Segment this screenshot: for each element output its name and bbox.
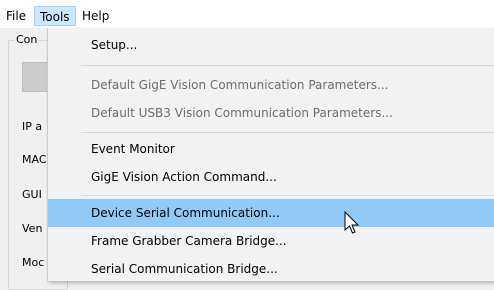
menu-separator [81,132,494,133]
menu-item-event-monitor[interactable]: Event Monitor [48,135,494,163]
menu-item-label: GigE Vision Action Command... [91,170,277,184]
menu-item-label: Frame Grabber Camera Bridge... [91,234,287,248]
menu-item-label: Default GigE Vision Communication Parame… [91,78,389,92]
menu-item-label: Default USB3 Vision Communication Parame… [91,106,393,120]
tools-dropdown-menu: Setup... Default GigE Vision Communicati… [47,28,494,281]
menu-item-serial-communication-bridge[interactable]: Serial Communication Bridge... [48,255,494,283]
menu-help[interactable]: Help [77,6,114,26]
menu-separator [81,65,494,66]
menu-item-gige-action-command[interactable]: GigE Vision Action Command... [48,163,494,191]
menu-item-label: Device Serial Communication... [91,206,280,220]
menu-item-setup[interactable]: Setup... [48,31,494,59]
mouse-cursor-icon [344,211,360,234]
menu-item-label: Setup... [91,38,138,52]
menu-item-default-usb3-params[interactable]: Default USB3 Vision Communication Parame… [48,99,494,127]
menu-file[interactable]: File [1,6,31,26]
menu-separator [81,195,494,196]
menu-tools[interactable]: Tools [34,6,76,26]
menu-item-label: Event Monitor [91,142,175,156]
connection-group-title: Con [14,33,40,46]
menu-item-device-serial-communication[interactable]: Device Serial Communication... [48,199,494,227]
menu-item-default-gige-params[interactable]: Default GigE Vision Communication Parame… [48,71,494,99]
menu-item-label: Serial Communication Bridge... [91,262,278,276]
menu-bar: File Tools Help [0,0,494,28]
menu-item-frame-grabber-camera-bridge[interactable]: Frame Grabber Camera Bridge... [48,227,494,255]
